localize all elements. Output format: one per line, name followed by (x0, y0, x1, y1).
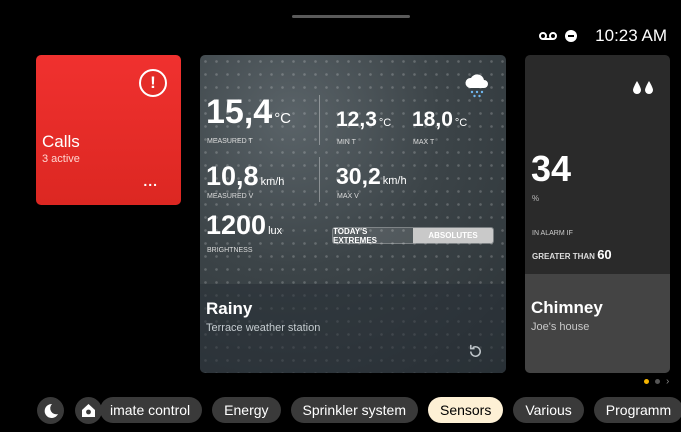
drag-handle[interactable] (292, 15, 410, 18)
do-not-disturb-icon (565, 30, 578, 42)
moon-icon (44, 403, 58, 418)
calls-card[interactable]: ! Calls 3 active ... (36, 55, 181, 205)
chevron-right-icon[interactable]: › (666, 377, 669, 387)
page-dot-1[interactable] (644, 379, 649, 384)
max-temperature: 18,0 °C (412, 108, 468, 131)
chimney-title: Chimney (531, 298, 603, 317)
measured-wind-label: MEASURED V (207, 193, 254, 200)
brightness-label: BRIGHTNESS (207, 247, 253, 254)
tab-sprinkler-system[interactable]: Sprinkler system (290, 397, 418, 423)
chimney-subtitle: Joe's house (531, 321, 590, 333)
max-wind-label: MAX V (337, 193, 359, 200)
min-temperature: 12,3 °C (336, 108, 392, 131)
refresh-icon[interactable] (467, 343, 484, 360)
alarm-label: IN ALARM IF (532, 230, 573, 237)
min-temperature-label: MIN T (337, 139, 356, 146)
calls-subtitle: 3 active (42, 153, 80, 165)
toggle-todays-extremes[interactable]: TODAY'S EXTREMES (333, 228, 413, 243)
tab-programs[interactable]: Programm (593, 397, 681, 423)
exclamation-icon: ! (135, 65, 171, 101)
measured-temperature: 15,4 °C (206, 93, 292, 131)
home-gear-icon (82, 404, 95, 417)
measured-wind: 10,8 km/h (206, 161, 285, 191)
status-bar: 10:23 AM (539, 26, 667, 46)
more-options-button[interactable]: ... (143, 173, 158, 189)
alarm-condition: GREATER THAN 60 (532, 247, 612, 262)
chimney-card[interactable]: 34 % IN ALARM IF GREATER THAN 60 Chimney… (525, 55, 670, 373)
tab-climate-control[interactable]: imate control (100, 397, 203, 423)
category-tabs: imate control Energy Sprinkler system Se… (100, 397, 681, 423)
tab-sensors[interactable]: Sensors (427, 397, 504, 423)
divider (319, 95, 320, 145)
tab-various[interactable]: Various (513, 397, 584, 423)
chimney-unit: % (532, 194, 540, 203)
voicemail-icon (539, 32, 558, 40)
calls-title: Calls (42, 132, 80, 151)
brightness: 1200 lux (206, 210, 283, 240)
max-temperature-label: MAX T (413, 139, 435, 146)
weather-title: Rainy (206, 299, 253, 318)
page-dot-2[interactable] (655, 379, 660, 384)
night-mode-button[interactable] (37, 397, 64, 424)
measured-temperature-label: MEASURED T (207, 138, 253, 145)
home-button[interactable] (75, 397, 102, 424)
clock: 10:23 AM (595, 26, 667, 45)
max-wind: 30,2 km/h (336, 163, 407, 189)
extremes-toggle[interactable]: TODAY'S EXTREMES ABSOLUTES (332, 227, 494, 244)
weather-subtitle: Terrace weather station (206, 322, 321, 334)
divider (319, 157, 320, 202)
rain-cloud-icon (465, 74, 488, 98)
tab-energy[interactable]: Energy (212, 397, 281, 423)
page-indicator[interactable]: › (644, 377, 669, 387)
toggle-absolutes[interactable]: ABSOLUTES (413, 228, 493, 243)
humidity-drops-icon (633, 81, 653, 94)
chimney-value: 34 (531, 148, 572, 189)
